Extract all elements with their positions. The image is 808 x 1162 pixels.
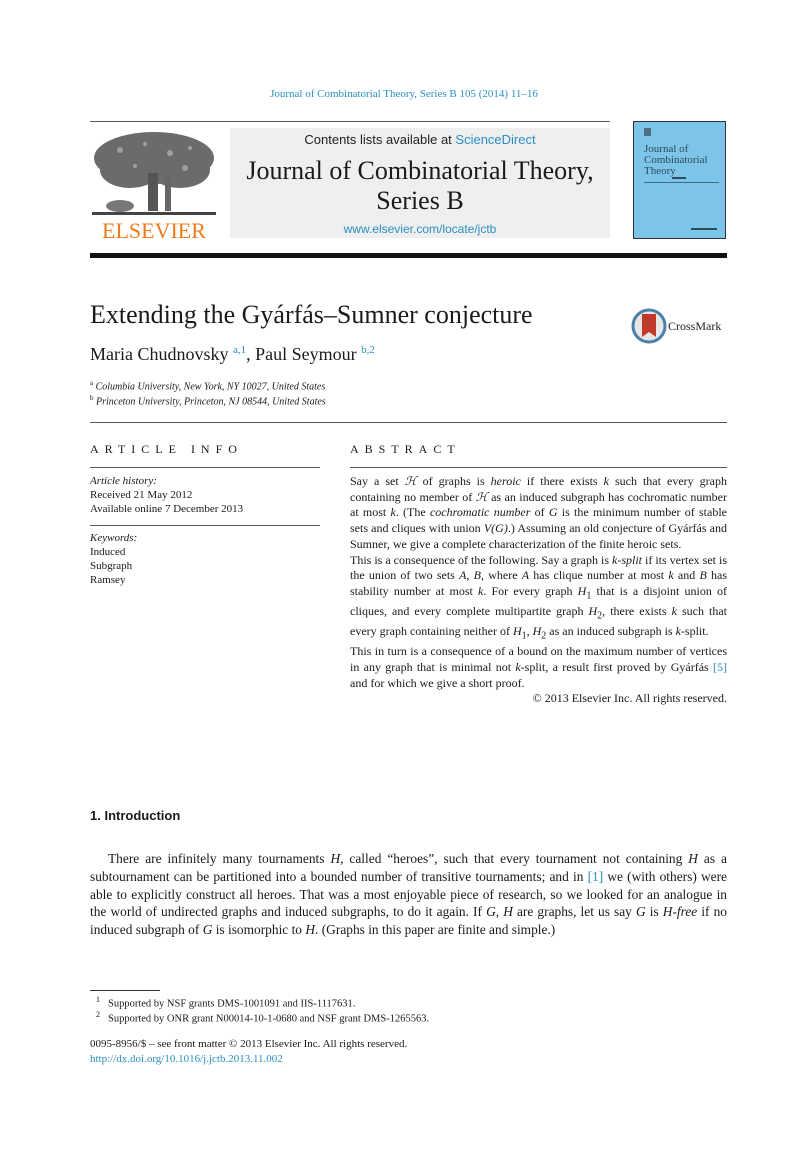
cover-title: Journal of Combinatorial Theory bbox=[644, 144, 708, 177]
received-date: Received 21 May 2012 bbox=[90, 489, 193, 501]
article-title: Extending the Gyárfás–Sumner conjecture bbox=[90, 300, 533, 329]
author-marks[interactable]: b,2 bbox=[361, 344, 375, 356]
cover-logo-icon bbox=[644, 128, 651, 136]
journal-banner: Contents lists available at ScienceDirec… bbox=[230, 128, 610, 238]
citation-link[interactable]: [1] bbox=[588, 869, 604, 884]
crossmark-icon bbox=[631, 308, 667, 344]
article-history: Article history: Received 21 May 2012 Av… bbox=[90, 474, 243, 516]
contents-prefix: Contents lists available at bbox=[304, 132, 456, 147]
introduction-paragraph: There are infinitely many tournaments H,… bbox=[90, 851, 728, 938]
affiliation: a Columbia University, New York, NY 1002… bbox=[90, 379, 325, 392]
affiliation-mark: a bbox=[90, 379, 94, 387]
header-rule bbox=[90, 121, 610, 122]
affiliation-mark: b bbox=[90, 394, 94, 402]
journal-title-line1: Journal of Combinatorial Theory, bbox=[246, 156, 594, 185]
abstract-paragraph: This is a consequence of the following. … bbox=[350, 552, 728, 642]
history-label: Article history: bbox=[90, 475, 157, 487]
journal-url-link[interactable]: www.elsevier.com/locate/jctb bbox=[230, 222, 610, 236]
article-info-heading: ARTICLE INFO bbox=[90, 442, 243, 456]
doi-link[interactable]: http://dx.doi.org/10.1016/j.jctb.2013.11… bbox=[90, 1053, 283, 1065]
journal-cover-thumbnail[interactable]: Journal of Combinatorial Theory bbox=[633, 121, 726, 239]
journal-title: Journal of Combinatorial Theory, Series … bbox=[230, 156, 610, 216]
crossmark-button[interactable]: CrossMark bbox=[631, 308, 731, 344]
author-separator: , bbox=[246, 344, 256, 364]
footnote-text: Supported by NSF grants DMS-1001091 and … bbox=[108, 998, 356, 1010]
contents-line: Contents lists available at ScienceDirec… bbox=[230, 132, 610, 147]
elsevier-wordmark: ELSEVIER bbox=[102, 218, 206, 243]
footnote-mark: 2 bbox=[96, 1010, 100, 1019]
author-name[interactable]: Paul Seymour bbox=[255, 344, 357, 364]
cover-title-line: Theory bbox=[644, 165, 676, 177]
elsevier-logo[interactable]: ELSEVIER bbox=[90, 128, 218, 243]
info-rule bbox=[90, 467, 320, 468]
keywords-label: Keywords: bbox=[90, 532, 138, 544]
keywords: Keywords: Induced Subgraph Ramsey bbox=[90, 531, 137, 587]
header-thick-rule bbox=[90, 253, 727, 258]
sciencedirect-link[interactable]: ScienceDirect bbox=[455, 132, 535, 147]
keyword: Ramsey bbox=[90, 574, 126, 586]
footnote: 1 Supported by NSF grants DMS-1001091 and… bbox=[96, 995, 355, 1010]
author-marks[interactable]: a,1 bbox=[233, 344, 246, 356]
keyword: Induced bbox=[90, 546, 126, 558]
section-heading-introduction: 1. Introduction bbox=[90, 808, 181, 823]
author-name[interactable]: Maria Chudnovsky bbox=[90, 344, 229, 364]
abstract-paragraph: Say a set ℋ of graphs is heroic if there… bbox=[350, 474, 728, 551]
author-list: Maria Chudnovsky a,1, Paul Seymour b,2 bbox=[90, 344, 375, 365]
affiliation: b Princeton University, Princeton, NJ 08… bbox=[90, 394, 326, 407]
abstract-heading: ABSTRACT bbox=[350, 442, 461, 456]
running-head[interactable]: Journal of Combinatorial Theory, Series … bbox=[0, 88, 808, 100]
abstract-paragraph: This in turn is a consequence of a bound… bbox=[350, 644, 727, 690]
front-matter-line: 0095-8956/$ – see front matter © 2013 El… bbox=[90, 1038, 408, 1050]
info-rule bbox=[90, 525, 320, 526]
footnote-rule bbox=[90, 990, 160, 991]
footnote: 2 Supported by ONR grant N00014-10-1-0680… bbox=[96, 1010, 429, 1025]
journal-title-line2: Series B bbox=[376, 186, 464, 215]
section-rule bbox=[90, 422, 727, 423]
abstract-copyright: © 2013 Elsevier Inc. All rights reserved… bbox=[532, 691, 727, 706]
cover-subtitle-mark bbox=[672, 177, 686, 179]
affiliation-text: Princeton University, Princeton, NJ 0854… bbox=[96, 396, 326, 408]
abstract-body: Say a set ℋ of graphs is heroic if there… bbox=[350, 474, 727, 707]
available-date: Available online 7 December 2013 bbox=[90, 503, 244, 515]
keyword: Subgraph bbox=[90, 560, 133, 572]
cover-divider bbox=[644, 182, 719, 183]
footnote-mark: 1 bbox=[96, 995, 100, 1004]
footnote-text: Supported by ONR grant N00014-10-1-0680 … bbox=[108, 1013, 430, 1025]
crossmark-label: CrossMark bbox=[668, 319, 722, 333]
affiliation-text: Columbia University, New York, NY 10027,… bbox=[95, 381, 326, 393]
cover-footer-mark bbox=[691, 228, 717, 230]
abstract-rule bbox=[350, 467, 727, 468]
citation-link[interactable]: [5] bbox=[713, 660, 727, 674]
